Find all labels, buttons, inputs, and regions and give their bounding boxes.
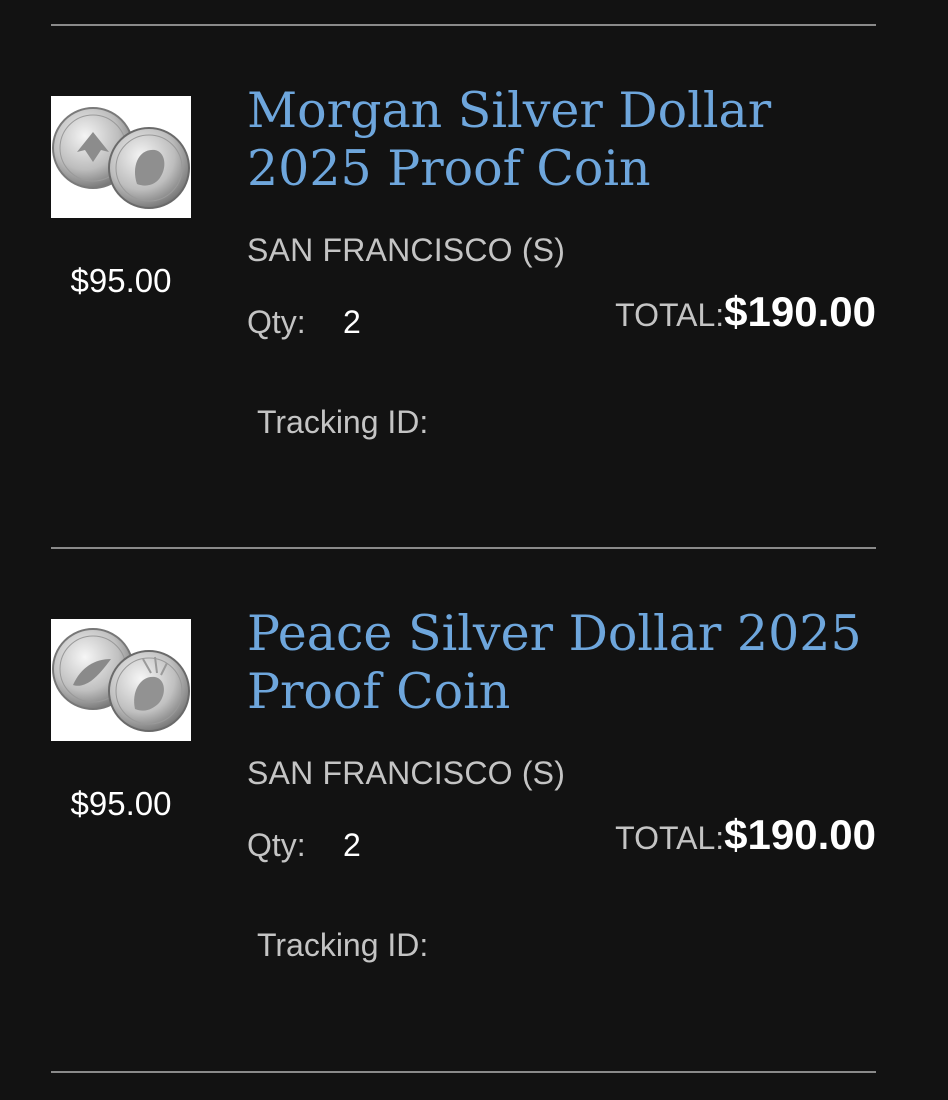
- unit-price: $95.00: [70, 262, 172, 299]
- total-label: TOTAL:: [615, 820, 725, 856]
- qty-label: Qty:: [247, 827, 306, 863]
- product-title-link[interactable]: Morgan Silver Dollar 2025 Proof Coin: [247, 82, 887, 198]
- line-total: TOTAL:$190.00: [615, 288, 876, 336]
- order-item: $95.00 Peace Silver Dollar 2025 Proof Co…: [0, 523, 948, 1045]
- bottom-divider: [51, 1071, 876, 1073]
- product-title-link[interactable]: Peace Silver Dollar 2025 Proof Coin: [247, 605, 887, 721]
- tracking-id-label: Tracking ID:: [257, 404, 429, 440]
- mint-location: SAN FRANCISCO (S): [247, 755, 566, 791]
- peace-coin-image[interactable]: [51, 619, 191, 741]
- order-item: $95.00 Morgan Silver Dollar 2025 Proof C…: [0, 0, 948, 522]
- total-value: $190.00: [724, 811, 876, 858]
- line-total: TOTAL:$190.00: [615, 811, 876, 859]
- qty-label: Qty:: [247, 304, 306, 340]
- total-label: TOTAL:: [615, 297, 725, 333]
- qty-value: 2: [343, 827, 361, 863]
- qty-value: 2: [343, 304, 361, 340]
- tracking-id-label: Tracking ID:: [257, 927, 429, 963]
- total-value: $190.00: [724, 288, 876, 335]
- unit-price: $95.00: [70, 785, 172, 822]
- mint-location: SAN FRANCISCO (S): [247, 232, 566, 268]
- morgan-coin-image[interactable]: [51, 96, 191, 218]
